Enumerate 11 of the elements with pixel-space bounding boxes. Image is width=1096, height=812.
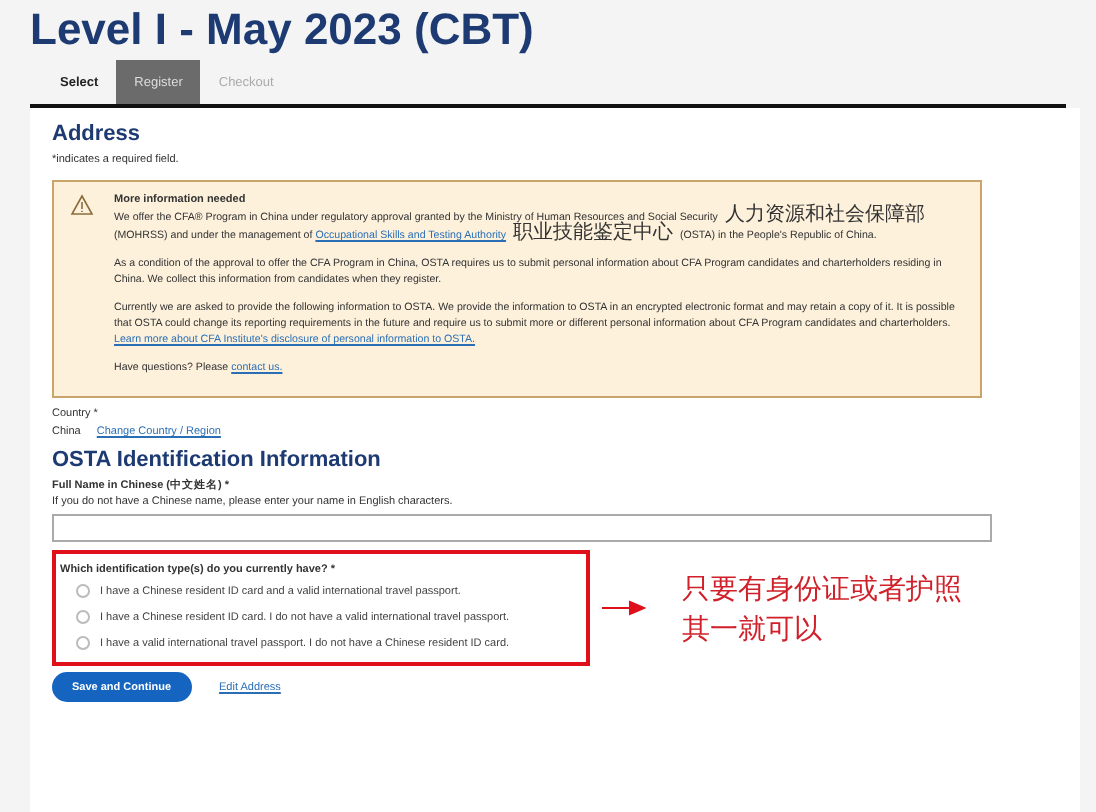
arrow-icon <box>602 600 646 616</box>
radio-circle[interactable] <box>76 584 90 598</box>
page-title: Level I - May 2023 (CBT) <box>30 4 536 56</box>
name-input-field[interactable] <box>52 514 992 542</box>
warning-icon <box>70 194 94 216</box>
radio-circle[interactable] <box>76 610 90 624</box>
annotation-text: 其一就可以 <box>682 610 824 648</box>
annotation-text: 只要有身份证或者护照 <box>682 570 962 608</box>
section-title: Address <box>52 120 143 148</box>
section-title: OSTA Identification Information <box>52 446 383 474</box>
radio-circle[interactable] <box>76 636 90 650</box>
